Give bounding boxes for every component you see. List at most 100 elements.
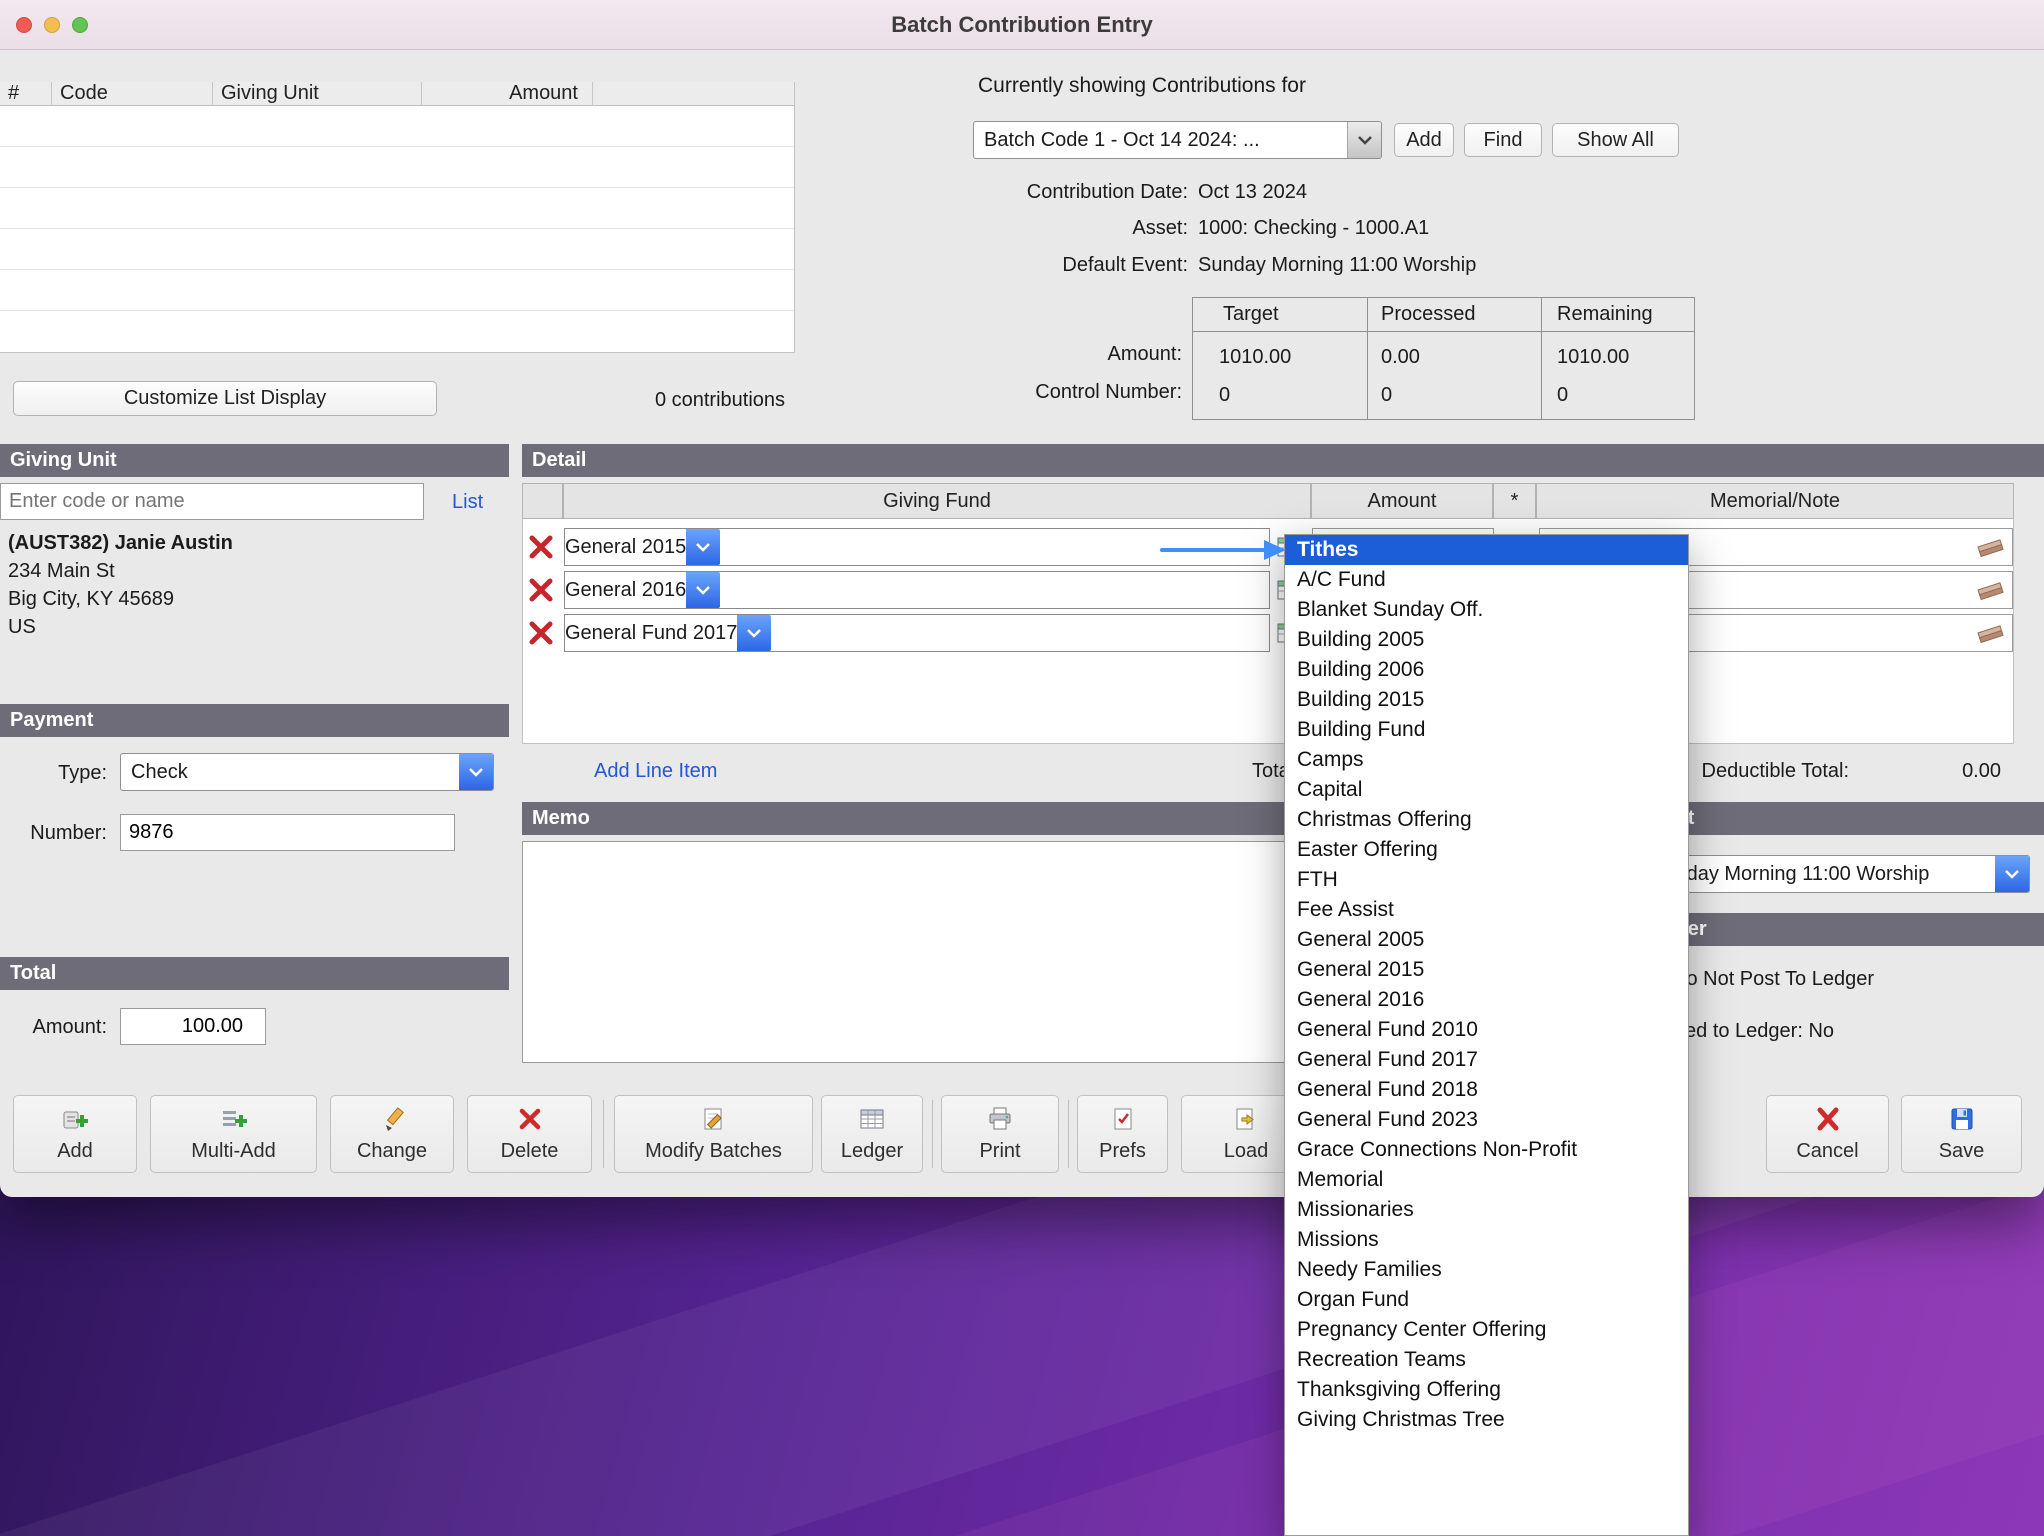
toolbar-separator — [932, 1100, 933, 1168]
delete-icon — [517, 1106, 543, 1138]
fund-option[interactable]: General 2015 — [1285, 955, 1688, 985]
fund-option[interactable]: General Fund 2018 — [1285, 1075, 1688, 1105]
fund-value: General 2015 — [565, 536, 686, 559]
add-contribution-button[interactable]: Add — [13, 1095, 137, 1173]
stats-col-target: Target — [1223, 303, 1279, 326]
delete-button[interactable]: Delete — [467, 1095, 592, 1173]
cancel-button[interactable]: Cancel — [1766, 1095, 1889, 1173]
eraser-icon[interactable] — [1976, 536, 2006, 565]
fund-option[interactable]: Building 2015 — [1285, 685, 1688, 715]
fund-option[interactable]: Building Fund — [1285, 715, 1688, 745]
fund-option[interactable]: FTH — [1285, 865, 1688, 895]
change-button[interactable]: Change — [330, 1095, 454, 1173]
cancel-icon — [1814, 1106, 1842, 1138]
fund-option[interactable]: Christmas Offering — [1285, 805, 1688, 835]
giving-unit-address2: Big City, KY 45689 — [8, 588, 174, 611]
toolbar-separator — [603, 1100, 604, 1168]
add-batch-button[interactable]: Add — [1394, 123, 1454, 157]
table-row — [0, 106, 794, 147]
fund-option[interactable]: Capital — [1285, 775, 1688, 805]
contributions-table[interactable]: # Code Giving Unit Amount — [0, 82, 795, 353]
modify-batches-button[interactable]: Modify Batches — [614, 1095, 813, 1173]
remaining-amount: 1010.00 — [1557, 346, 1629, 369]
chevron-down-icon[interactable] — [686, 529, 720, 565]
prefs-button[interactable]: Prefs — [1077, 1095, 1168, 1173]
fund-option[interactable]: Pregnancy Center Offering — [1285, 1315, 1688, 1345]
delete-row-icon[interactable] — [527, 576, 555, 604]
fund-option[interactable]: A/C Fund — [1285, 565, 1688, 595]
add-line-item-button[interactable]: Add Line Item — [594, 760, 717, 783]
batch-select[interactable]: Batch Code 1 - Oct 14 2024: ... — [973, 121, 1382, 159]
target-amount: 1010.00 — [1219, 346, 1291, 369]
asset-label: Asset: — [900, 217, 1188, 240]
find-batch-button[interactable]: Find — [1464, 123, 1542, 157]
change-icon — [379, 1106, 405, 1138]
stats-amount-label: Amount: — [950, 343, 1182, 366]
fund-option[interactable]: Easter Offering — [1285, 835, 1688, 865]
do-not-post-label[interactable]: Do Not Post To Ledger — [1672, 968, 1874, 991]
batch-contribution-entry-window: Batch Contribution Entry # Code Giving U… — [0, 0, 2044, 1197]
processed-control: 0 — [1381, 384, 1392, 407]
fund-option[interactable]: Building 2006 — [1285, 655, 1688, 685]
detail-header: Detail — [522, 444, 2044, 477]
chevron-down-icon[interactable] — [686, 572, 720, 608]
fund-option[interactable]: Recreation Teams — [1285, 1345, 1688, 1375]
delete-row-icon[interactable] — [527, 619, 555, 647]
chevron-down-icon[interactable] — [737, 615, 771, 651]
fund-combobox[interactable]: General 2016 — [564, 571, 1270, 609]
show-all-button[interactable]: Show All — [1552, 123, 1679, 157]
detail-row: General Fund 2017 — [523, 614, 2013, 652]
ledger-button[interactable]: Ledger — [821, 1095, 923, 1173]
fund-option[interactable]: Organ Fund — [1285, 1285, 1688, 1315]
fund-option[interactable]: General Fund 2023 — [1285, 1105, 1688, 1135]
fund-combobox[interactable]: General Fund 2017 — [564, 614, 1270, 652]
fund-option[interactable]: Building 2005 — [1285, 625, 1688, 655]
event-header: Event — [1630, 802, 2044, 835]
fund-option[interactable]: Tithes — [1285, 535, 1688, 565]
delete-row-icon[interactable] — [527, 533, 555, 561]
fund-option[interactable]: Blanket Sunday Off. — [1285, 595, 1688, 625]
print-button[interactable]: Print — [941, 1095, 1059, 1173]
fund-option[interactable]: Fee Assist — [1285, 895, 1688, 925]
giving-unit-search-input[interactable] — [0, 483, 424, 520]
list-link[interactable]: List — [452, 491, 483, 514]
total-amount-input[interactable] — [120, 1008, 266, 1045]
fund-option[interactable]: Missions — [1285, 1225, 1688, 1255]
eraser-icon[interactable] — [1976, 579, 2006, 608]
table-row — [0, 188, 794, 229]
check-number-input[interactable] — [120, 814, 455, 851]
detail-col-amount: Amount — [1311, 483, 1493, 519]
fund-option[interactable]: Thanksgiving Offering — [1285, 1375, 1688, 1405]
save-button[interactable]: Save — [1901, 1095, 2022, 1173]
contribution-count: 0 contributions — [560, 389, 880, 412]
multi-add-button[interactable]: Multi-Add — [150, 1095, 317, 1173]
chevron-down-icon[interactable] — [1347, 122, 1381, 158]
fund-option[interactable]: Giving Christmas Tree — [1285, 1405, 1688, 1435]
fund-option[interactable]: Needy Families — [1285, 1255, 1688, 1285]
fund-option[interactable]: General Fund 2010 — [1285, 1015, 1688, 1045]
event-select[interactable]: Sunday Morning 11:00 Worship — [1640, 855, 2030, 893]
chevron-down-icon[interactable] — [459, 754, 493, 790]
chevron-down-icon[interactable] — [1995, 856, 2029, 892]
modify-batches-icon — [701, 1106, 727, 1138]
close-window-icon[interactable] — [16, 17, 32, 33]
customize-list-display-button[interactable]: Customize List Display — [13, 381, 437, 416]
col-giving-unit: Giving Unit — [213, 82, 422, 106]
payment-type-value: Check — [121, 761, 459, 784]
fund-option[interactable]: Missionaries — [1285, 1195, 1688, 1225]
zoom-window-icon[interactable] — [72, 17, 88, 33]
minimize-window-icon[interactable] — [44, 17, 60, 33]
table-row — [0, 229, 794, 270]
col-blank — [593, 82, 795, 106]
eraser-icon[interactable] — [1976, 622, 2006, 651]
giving-unit-address3: US — [8, 616, 36, 639]
fund-option[interactable]: Camps — [1285, 745, 1688, 775]
fund-option[interactable]: General 2016 — [1285, 985, 1688, 1015]
fund-option[interactable]: General 2005 — [1285, 925, 1688, 955]
fund-value: General 2016 — [565, 579, 686, 602]
fund-option[interactable]: General Fund 2017 — [1285, 1045, 1688, 1075]
fund-value: General Fund 2017 — [565, 622, 737, 645]
payment-type-select[interactable]: Check — [120, 753, 494, 791]
fund-option[interactable]: Memorial — [1285, 1165, 1688, 1195]
fund-option[interactable]: Grace Connections Non-Profit — [1285, 1135, 1688, 1165]
